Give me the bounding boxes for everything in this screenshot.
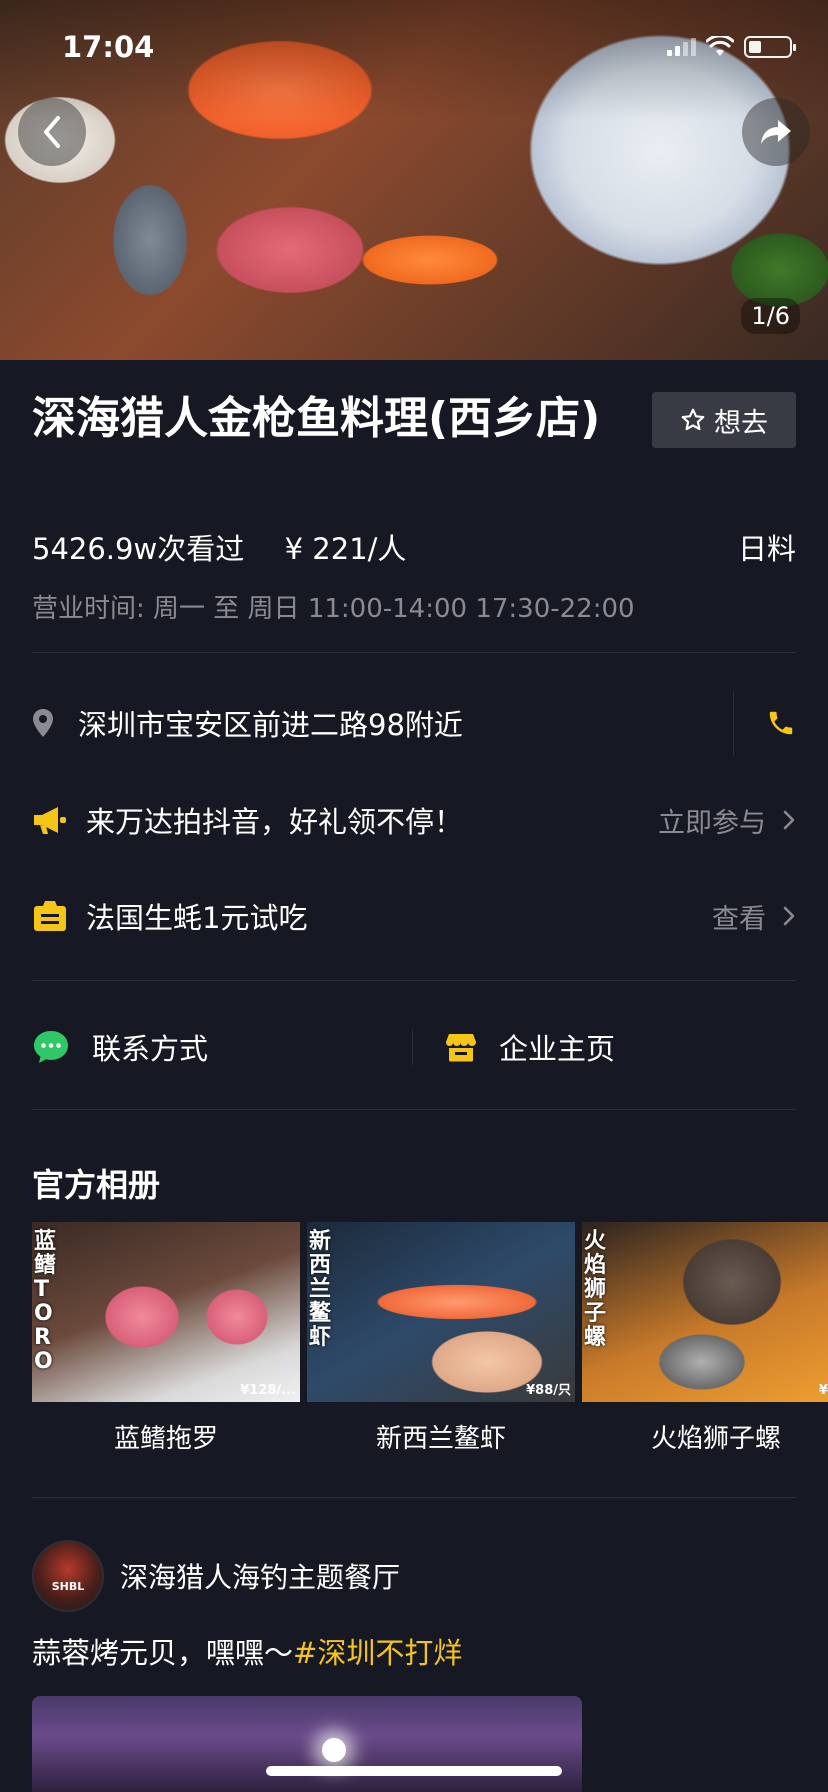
promo-row-2[interactable]: 法国生蚝1元试吃 查看 bbox=[32, 886, 796, 946]
signal-icon bbox=[667, 38, 696, 56]
chevron-right-icon bbox=[783, 810, 795, 830]
album-overlay-text: 新西兰鳌虾 bbox=[309, 1229, 332, 1350]
coupon-bag-icon bbox=[34, 901, 66, 931]
avatar-text: SHBL bbox=[51, 1580, 85, 1593]
album-label: 新西兰鳌虾 bbox=[375, 1424, 506, 1454]
star-icon bbox=[681, 408, 705, 431]
phone-icon[interactable] bbox=[766, 708, 796, 738]
address-text: 深圳市宝安区前进二路98附近 bbox=[78, 708, 463, 742]
light-spot bbox=[322, 1738, 346, 1762]
chevron-right-icon bbox=[783, 906, 795, 926]
album-title: 官方相册 bbox=[32, 1166, 161, 1204]
post-text: 蒜蓉烤元贝，嘿嘿～ bbox=[32, 1636, 294, 1670]
album-photo: 新西兰鳌虾 ¥88/只 bbox=[307, 1222, 575, 1402]
hashtag-link[interactable]: #深圳不打烊 bbox=[293, 1636, 462, 1670]
promo-text-1: 来万达拍抖音，好礼领不停！ bbox=[86, 805, 464, 839]
album-photo: 蓝鳍TORO ¥128/... bbox=[32, 1222, 300, 1402]
promo-action-1[interactable]: 立即参与 bbox=[658, 801, 796, 840]
back-button[interactable] bbox=[18, 98, 86, 166]
divider bbox=[32, 1497, 796, 1498]
links-row: 联系方式 企业主页 bbox=[32, 1012, 796, 1082]
album-price-tag: ¥88 bbox=[818, 1383, 828, 1398]
divider bbox=[32, 1109, 796, 1110]
album-price-tag: ¥88/只 bbox=[526, 1383, 571, 1398]
album-label: 蓝鳍拖罗 bbox=[113, 1424, 218, 1454]
location-pin-icon bbox=[33, 709, 53, 737]
contact-link[interactable]: 联系方式 bbox=[32, 1026, 412, 1068]
chat-bubble-icon bbox=[34, 1031, 68, 1063]
company-page-label: 企业主页 bbox=[499, 1032, 616, 1066]
post-header[interactable]: SHBL 深海猎人海钓主题餐厅 bbox=[32, 1540, 400, 1612]
divider bbox=[32, 980, 796, 981]
album-label: 火焰狮子螺 bbox=[650, 1424, 781, 1454]
store-meta: 5426.9w次看过 ¥ 221/人 日料 bbox=[32, 526, 796, 568]
store-name: 深海猎人金枪鱼料理(西乡店) bbox=[32, 393, 601, 444]
photo-counter: 1/6 bbox=[741, 298, 800, 334]
promo-action-label-1: 立即参与 bbox=[658, 807, 766, 839]
post-video-thumbnail[interactable] bbox=[32, 1696, 582, 1792]
album-item[interactable]: 新西兰鳌虾 ¥88/只 新西兰鳌虾 bbox=[307, 1222, 575, 1455]
promo-row-1[interactable]: 来万达拍抖音，好礼领不停！ 立即参与 bbox=[32, 790, 796, 850]
want-to-go-button[interactable]: 想去 bbox=[652, 392, 796, 448]
view-count: 5426.9w次看过 bbox=[32, 532, 245, 566]
contact-label: 联系方式 bbox=[92, 1032, 209, 1066]
album-price-tag: ¥128/... bbox=[240, 1383, 296, 1398]
album-overlay-text: 火焰狮子螺 bbox=[584, 1229, 607, 1350]
album-item[interactable]: 火焰狮子螺 ¥88 火焰狮子螺 bbox=[582, 1222, 828, 1455]
avatar[interactable]: SHBL bbox=[32, 1540, 104, 1612]
share-button[interactable] bbox=[742, 98, 810, 166]
store-category: 日料 bbox=[737, 532, 796, 566]
want-to-go-label: 想去 bbox=[714, 407, 768, 439]
album-overlay-text: 蓝鳍TORO bbox=[34, 1229, 57, 1374]
post-caption: 蒜蓉烤元贝，嘿嘿～#深圳不打烊 bbox=[32, 1630, 462, 1672]
promo-action-label-2: 查看 bbox=[712, 903, 766, 935]
vertical-divider bbox=[733, 691, 734, 755]
promo-action-2[interactable]: 查看 bbox=[712, 897, 796, 936]
status-icons bbox=[667, 36, 796, 58]
promo-text-2: 法国生蚝1元试吃 bbox=[86, 901, 308, 935]
post-author: 深海猎人海钓主题餐厅 bbox=[120, 1561, 401, 1594]
business-hours: 营业时间: 周一 至 周日 11:00-14:00 17:30-22:00 bbox=[32, 594, 635, 624]
price-per-person: ¥ 221/人 bbox=[284, 532, 407, 566]
share-arrow-icon bbox=[761, 120, 791, 144]
status-time: 17:04 bbox=[62, 30, 155, 64]
megaphone-icon bbox=[34, 807, 66, 834]
album-photo: 火焰狮子螺 ¥88 bbox=[582, 1222, 828, 1402]
address-row[interactable]: 深圳市宝安区前进二路98附近 bbox=[32, 690, 796, 756]
wifi-icon bbox=[706, 36, 734, 56]
home-indicator[interactable] bbox=[266, 1766, 562, 1776]
company-page-link[interactable]: 企业主页 bbox=[445, 1026, 615, 1068]
back-arrow-icon bbox=[44, 116, 60, 148]
album-item[interactable]: 蓝鳍TORO ¥128/... 蓝鳍拖罗 bbox=[32, 1222, 300, 1455]
official-album: 蓝鳍TORO ¥128/... 蓝鳍拖罗 新西兰鳌虾 ¥88/只 新西兰鳌虾 火… bbox=[32, 1222, 828, 1455]
battery-icon bbox=[744, 36, 796, 58]
vertical-divider bbox=[412, 1029, 413, 1065]
divider bbox=[32, 652, 796, 653]
shop-icon bbox=[446, 1034, 476, 1062]
